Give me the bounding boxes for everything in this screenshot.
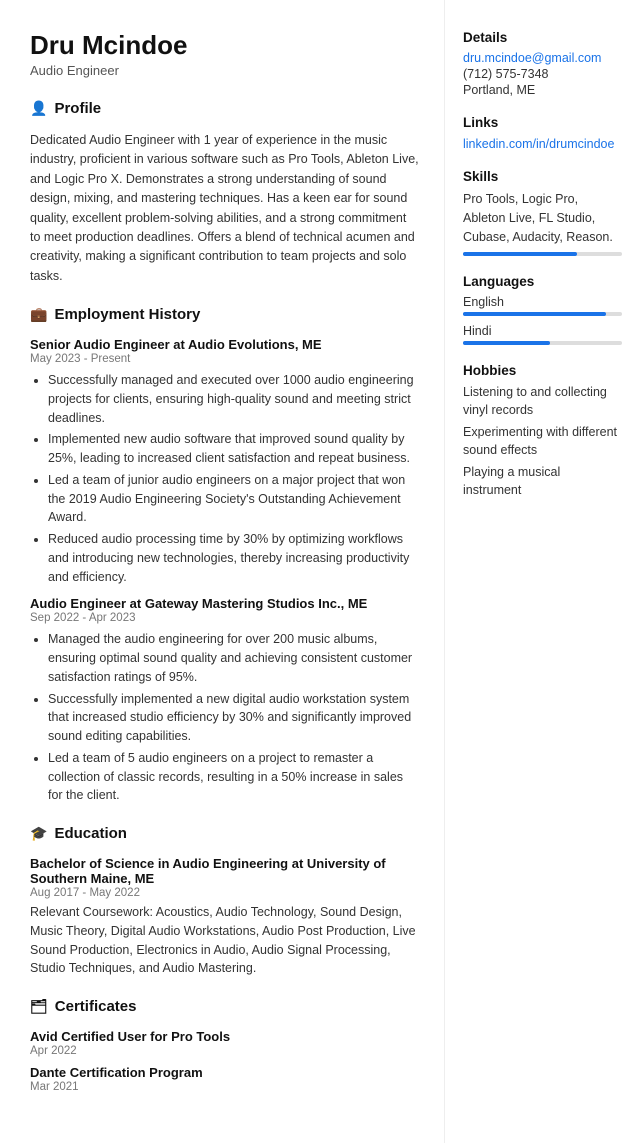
language-bar-fill [463,341,550,345]
job-date: Sep 2022 - Apr 2023 [30,612,420,624]
hobbies-section: Hobbies Listening to and collecting viny… [463,363,622,499]
details-section: Details dru.mcindoe@gmail.com (712) 575-… [463,30,622,97]
phone-item: (712) 575-7348 [463,67,622,81]
bullet-item: Successfully implemented a new digital a… [48,690,420,746]
candidate-title: Audio Engineer [30,63,420,78]
job-bullets: Successfully managed and executed over 1… [30,371,420,586]
language-name: English [463,295,622,309]
email-item: dru.mcindoe@gmail.com [463,51,622,65]
certificates-icon: 🗂 [30,998,48,1015]
education-section-title: 🎓 Education [30,825,420,846]
edu-date: Aug 2017 - May 2022 [30,887,420,899]
candidate-name: Dru Mcindoe [30,30,420,61]
language-name: Hindi [463,324,622,338]
education-icon: 🎓 [30,825,47,842]
certificates-section: 🗂 Certificates Avid Certified User for P… [30,998,420,1093]
skills-title: Skills [463,169,622,184]
profile-section-title: 👤 Profile [30,100,420,121]
links-title: Links [463,115,622,130]
bullet-item: Led a team of 5 audio engineers on a pro… [48,749,420,805]
hobby-item: Listening to and collecting vinyl record… [463,384,622,419]
bullet-item: Led a team of junior audio engineers on … [48,471,420,527]
languages-section: Languages English Hindi [463,274,622,345]
languages-title: Languages [463,274,622,289]
language-item: English [463,295,622,316]
cert-item: Avid Certified User for Pro Tools Apr 20… [30,1029,420,1057]
employment-icon: 💼 [30,306,47,323]
profile-icon: 👤 [30,100,47,117]
degree-title: Bachelor of Science in Audio Engineering… [30,856,420,886]
bullet-item: Reduced audio processing time by 30% by … [48,530,420,586]
linkedin-link[interactable]: linkedin.com/in/drumcindoe [463,137,614,151]
location-item: Portland, ME [463,83,622,97]
employment-section: 💼 Employment History Senior Audio Engine… [30,306,420,805]
skills-section: Skills Pro Tools, Logic Pro, Ableton Liv… [463,169,622,256]
education-section: 🎓 Education Bachelor of Science in Audio… [30,825,420,978]
job-item: Senior Audio Engineer at Audio Evolution… [30,337,420,586]
job-title: Senior Audio Engineer at Audio Evolution… [30,337,420,352]
email-link[interactable]: dru.mcindoe@gmail.com [463,51,601,65]
hobby-item: Playing a musical instrument [463,464,622,499]
skills-text: Pro Tools, Logic Pro, Ableton Live, FL S… [463,190,622,246]
language-bar [463,312,622,316]
cert-item: Dante Certification Program Mar 2021 [30,1065,420,1093]
left-column: Dru Mcindoe Audio Engineer 👤 Profile Ded… [0,0,445,1143]
education-item: Bachelor of Science in Audio Engineering… [30,856,420,978]
skills-bar [463,252,622,256]
language-bar [463,341,622,345]
links-section: Links linkedin.com/in/drumcindoe [463,115,622,151]
bullet-item: Managed the audio engineering for over 2… [48,630,420,686]
profile-section: 👤 Profile Dedicated Audio Engineer with … [30,100,420,286]
language-item: Hindi [463,324,622,345]
skills-bar-container [463,252,622,256]
bullet-item: Successfully managed and executed over 1… [48,371,420,427]
details-title: Details [463,30,622,45]
language-bar-fill [463,312,606,316]
cert-date: Apr 2022 [30,1045,420,1057]
skills-bar-fill [463,252,577,256]
edu-coursework: Relevant Coursework: Acoustics, Audio Te… [30,903,420,978]
cert-title: Avid Certified User for Pro Tools [30,1029,420,1044]
job-bullets: Managed the audio engineering for over 2… [30,630,420,805]
job-date: May 2023 - Present [30,353,420,365]
certificates-section-title: 🗂 Certificates [30,998,420,1019]
right-column: Details dru.mcindoe@gmail.com (712) 575-… [445,0,640,1143]
profile-text: Dedicated Audio Engineer with 1 year of … [30,131,420,286]
hobby-item: Experimenting with different sound effec… [463,424,622,459]
header: Dru Mcindoe Audio Engineer [30,30,420,78]
job-item: Audio Engineer at Gateway Mastering Stud… [30,596,420,805]
resume-page: Dru Mcindoe Audio Engineer 👤 Profile Ded… [0,0,640,1143]
hobbies-title: Hobbies [463,363,622,378]
cert-date: Mar 2021 [30,1081,420,1093]
cert-title: Dante Certification Program [30,1065,420,1080]
bullet-item: Implemented new audio software that impr… [48,430,420,468]
employment-section-title: 💼 Employment History [30,306,420,327]
job-title: Audio Engineer at Gateway Mastering Stud… [30,596,420,611]
